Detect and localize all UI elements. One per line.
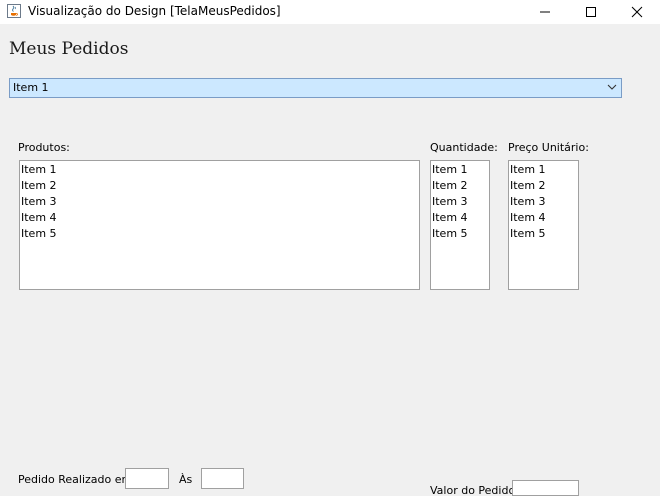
as-label: Às	[179, 473, 193, 486]
close-button[interactable]	[614, 0, 660, 24]
list-item[interactable]: Item 3	[20, 194, 419, 210]
order-date-field[interactable]	[125, 468, 169, 489]
pedido-realizado-label: Pedido Realizado em:	[18, 473, 136, 486]
maximize-icon	[586, 7, 596, 17]
list-item[interactable]: Item 2	[509, 178, 578, 194]
order-select-value: Item 1	[13, 81, 49, 94]
order-total-field[interactable]	[512, 480, 579, 496]
chevron-down-icon[interactable]	[607, 84, 617, 91]
minimize-icon	[540, 11, 550, 13]
valor-pedido-label: Valor do Pedido:	[430, 484, 519, 496]
list-item[interactable]: Item 3	[509, 194, 578, 210]
list-item[interactable]: Item 1	[509, 162, 578, 178]
quantidade-label: Quantidade:	[430, 141, 498, 154]
preco-unitario-label: Preço Unitário:	[508, 141, 589, 154]
order-select[interactable]: Item 1	[9, 78, 622, 98]
minimize-button[interactable]	[522, 0, 568, 24]
list-item[interactable]: Item 5	[20, 226, 419, 242]
list-item[interactable]: Item 5	[509, 226, 578, 242]
close-icon	[631, 6, 643, 18]
java-cup-icon	[7, 4, 21, 18]
list-item[interactable]: Item 1	[431, 162, 489, 178]
produtos-list[interactable]: Item 1 Item 2 Item 3 Item 4 Item 5	[19, 160, 420, 290]
preco-unitario-list[interactable]: Item 1 Item 2 Item 3 Item 4 Item 5	[508, 160, 579, 290]
list-item[interactable]: Item 2	[20, 178, 419, 194]
title-bar: Visualização do Design [TelaMeusPedidos]	[0, 0, 660, 24]
window-title: Visualização do Design [TelaMeusPedidos]	[28, 4, 281, 18]
maximize-button[interactable]	[568, 0, 614, 24]
page-title: Meus Pedidos	[9, 39, 129, 59]
produtos-label: Produtos:	[18, 141, 70, 154]
order-time-field[interactable]	[201, 468, 244, 489]
list-item[interactable]: Item 3	[431, 194, 489, 210]
design-preview-window: Visualização do Design [TelaMeusPedidos]…	[0, 0, 660, 496]
list-item[interactable]: Item 1	[20, 162, 419, 178]
list-item[interactable]: Item 4	[431, 210, 489, 226]
list-item[interactable]: Item 2	[431, 178, 489, 194]
list-item[interactable]: Item 5	[431, 226, 489, 242]
list-item[interactable]: Item 4	[20, 210, 419, 226]
list-item[interactable]: Item 4	[509, 210, 578, 226]
quantidade-list[interactable]: Item 1 Item 2 Item 3 Item 4 Item 5	[430, 160, 490, 290]
